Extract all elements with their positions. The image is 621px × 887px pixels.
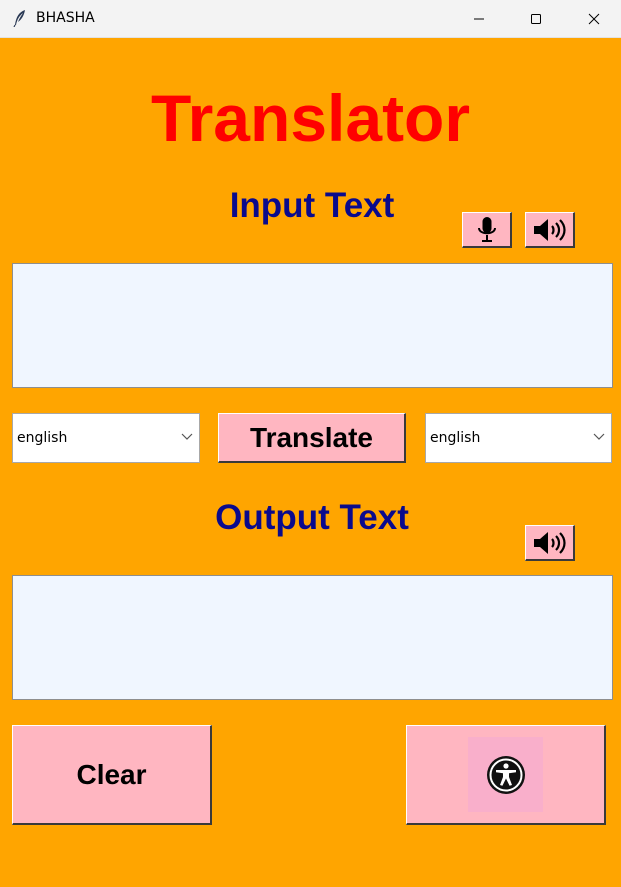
maximize-icon (531, 13, 541, 24)
output-text-label: Output Text (215, 498, 409, 537)
target-language-value: english (430, 430, 481, 446)
maximize-button[interactable] (513, 0, 559, 37)
microphone-icon (477, 216, 496, 242)
speaker-icon (533, 218, 566, 241)
app-body: Translator Input Text english Translate … (0, 38, 621, 887)
translate-button[interactable]: Translate (218, 413, 406, 463)
input-text-label: Input Text (229, 186, 395, 225)
app-title: Translator (150, 81, 471, 155)
microphone-button[interactable] (462, 212, 512, 248)
feather-icon (13, 10, 25, 27)
chevron-down-icon (593, 433, 605, 440)
accessibility-button[interactable] (406, 725, 606, 825)
accessibility-tile (468, 737, 543, 812)
minimize-icon (474, 18, 484, 19)
speak-input-button[interactable] (525, 212, 575, 248)
close-icon (588, 13, 600, 24)
close-button[interactable] (571, 0, 617, 37)
output-text-field[interactable] (12, 575, 613, 700)
input-text-field[interactable] (12, 263, 613, 388)
window-titlebar: BHASHA (0, 0, 621, 38)
speaker-icon (533, 531, 566, 554)
minimize-button[interactable] (456, 0, 502, 37)
source-language-select[interactable]: english (12, 413, 200, 463)
target-language-select[interactable]: english (425, 413, 612, 463)
window-title: BHASHA (36, 10, 95, 26)
source-language-value: english (17, 430, 68, 446)
chevron-down-icon (181, 433, 193, 440)
clear-button[interactable]: Clear (12, 725, 212, 825)
accessibility-icon (486, 755, 525, 794)
speak-output-button[interactable] (525, 525, 575, 561)
